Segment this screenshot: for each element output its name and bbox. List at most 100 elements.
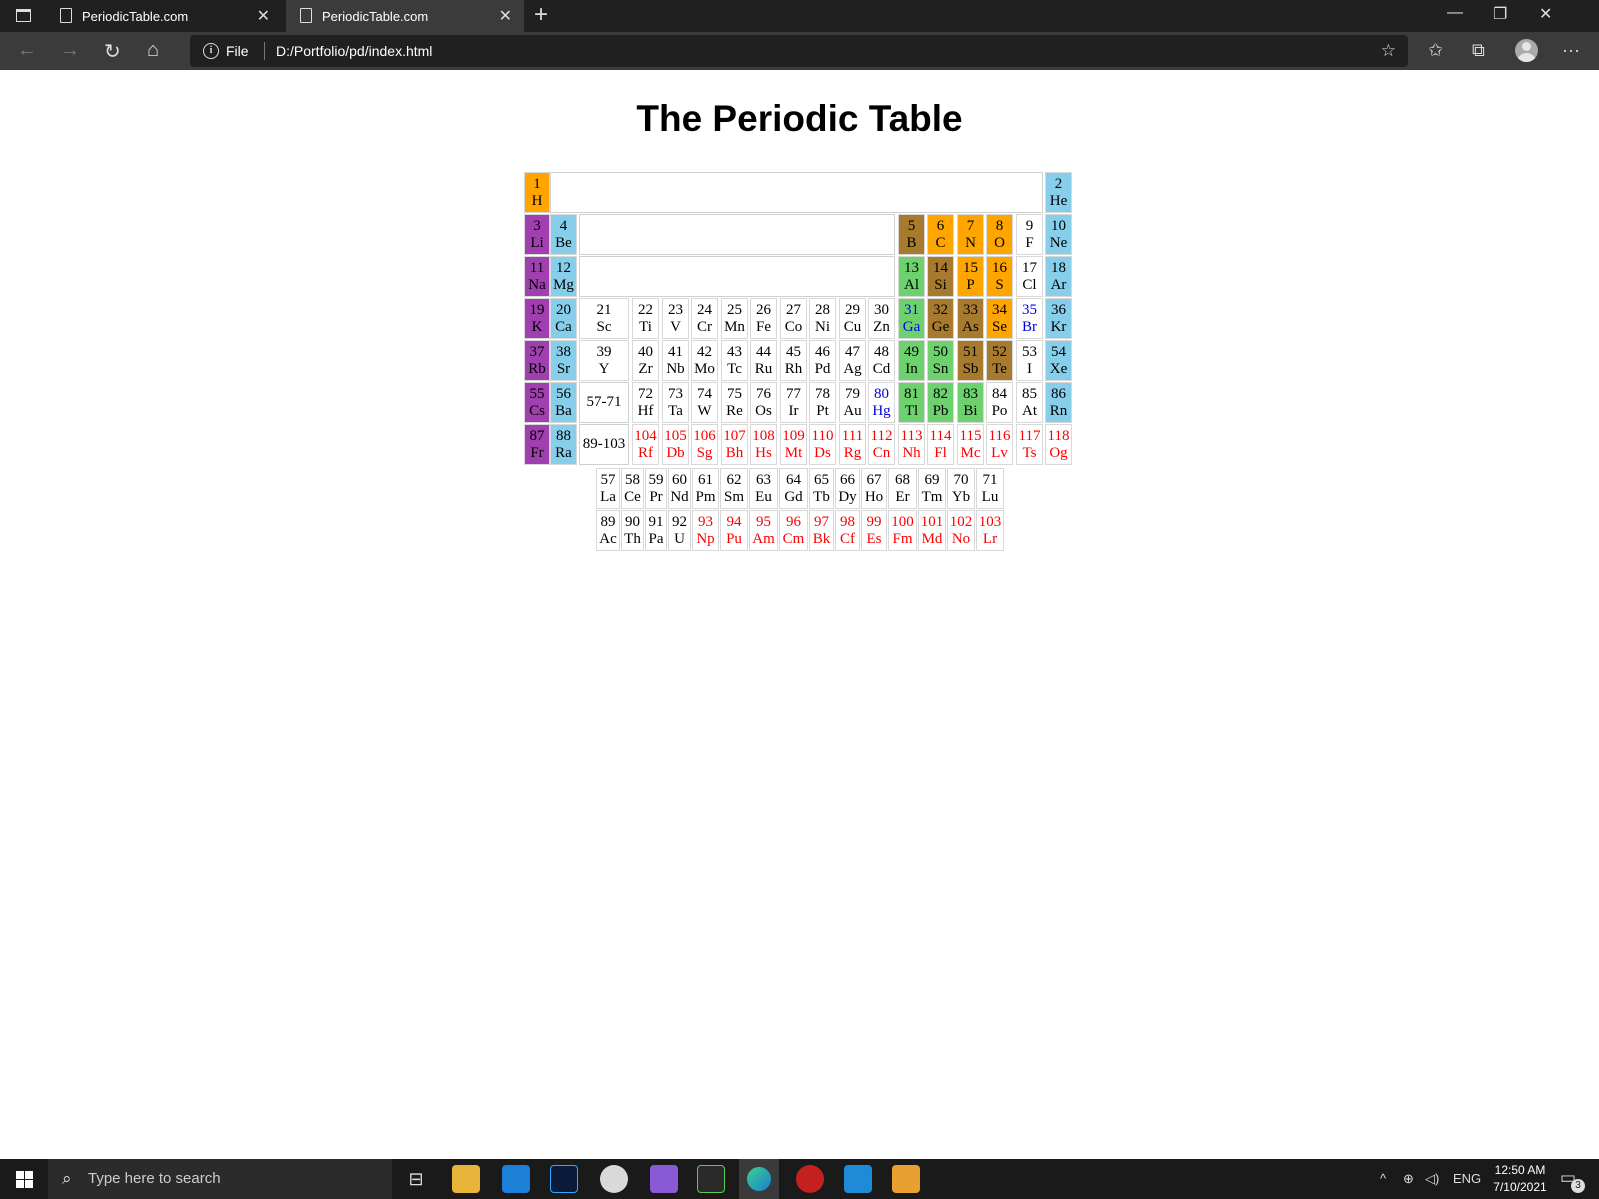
volume-icon[interactable]: ◁) bbox=[1425, 1171, 1439, 1187]
close-window-icon[interactable]: ✕ bbox=[1539, 4, 1552, 24]
element-cell-la: 57 La bbox=[596, 468, 620, 509]
element-symbol: Au bbox=[843, 403, 862, 419]
home-icon[interactable]: ⌂ bbox=[147, 39, 159, 62]
element-symbol: Cn bbox=[872, 445, 891, 461]
element-symbol: U bbox=[674, 531, 685, 547]
info-icon[interactable]: i bbox=[203, 43, 219, 59]
edge-icon-active[interactable] bbox=[739, 1159, 779, 1199]
element-cell-tb: 65 Tb bbox=[809, 468, 834, 509]
task-view-icon[interactable]: ⊟ bbox=[402, 1165, 430, 1193]
atomic-number: 10 bbox=[1051, 218, 1066, 234]
element-symbol: Cu bbox=[843, 319, 862, 335]
vscode-icon[interactable] bbox=[844, 1165, 872, 1193]
tab-2-active[interactable]: PeriodicTable.com ✕ bbox=[286, 0, 524, 32]
element-cell-al: 13 Al bbox=[898, 256, 925, 297]
element-cell-cf: 98 Cf bbox=[835, 510, 860, 551]
element-symbol: Cr bbox=[697, 319, 712, 335]
element-cell-cs: 55 Cs bbox=[524, 382, 550, 423]
atomic-number: 70 bbox=[953, 472, 969, 488]
back-arrow-icon[interactable]: ← bbox=[17, 39, 37, 62]
favorites-icon[interactable]: ✩ bbox=[1428, 40, 1443, 61]
element-cell-pr: 59 Pr bbox=[645, 468, 667, 509]
file-explorer-icon[interactable] bbox=[452, 1165, 480, 1193]
network-globe-icon[interactable]: ⊕ bbox=[1403, 1171, 1414, 1187]
refresh-icon[interactable]: ↻ bbox=[104, 39, 121, 64]
element-symbol: Re bbox=[726, 403, 743, 419]
atomic-number: 67 bbox=[866, 472, 882, 488]
element-symbol: Db bbox=[666, 445, 685, 461]
element-cell-pt: 78 Pt bbox=[809, 382, 836, 423]
element-symbol: K bbox=[531, 319, 543, 335]
restore-icon[interactable]: ❐ bbox=[1493, 4, 1507, 24]
atomic-number: 61 bbox=[698, 472, 713, 488]
atomic-number: 69 bbox=[924, 472, 940, 488]
add-favorite-star-icon[interactable]: ☆ bbox=[1381, 41, 1396, 61]
taskbar-search[interactable]: ⌕ Type here to search bbox=[48, 1159, 392, 1199]
atomic-number: 105 bbox=[664, 428, 687, 444]
mail-icon[interactable] bbox=[502, 1165, 530, 1193]
time-text: 12:50 AM bbox=[1494, 1163, 1546, 1177]
date-text: 7/10/2021 bbox=[1493, 1180, 1547, 1194]
element-symbol: Pu bbox=[726, 531, 742, 547]
element-symbol: Rf bbox=[638, 445, 653, 461]
new-tab-plus-icon[interactable]: + bbox=[534, 2, 548, 28]
media-player-icon[interactable] bbox=[892, 1165, 920, 1193]
element-symbol: Ds bbox=[814, 445, 831, 461]
atomic-number: 16 bbox=[992, 260, 1007, 276]
atomic-number: 83 bbox=[963, 386, 978, 402]
element-symbol: He bbox=[1049, 193, 1068, 209]
element-symbol: Zn bbox=[873, 319, 890, 335]
tab-title: PeriodicTable.com bbox=[322, 9, 429, 24]
forward-arrow-icon[interactable]: → bbox=[60, 39, 80, 62]
language-indicator[interactable]: ENG bbox=[1453, 1171, 1481, 1186]
element-cell-br: 35 Br bbox=[1016, 298, 1043, 339]
element-symbol: Mc bbox=[960, 445, 981, 461]
element-symbol: Cm bbox=[782, 531, 805, 547]
element-cell-pa: 91 Pa bbox=[645, 510, 667, 551]
atomic-number: 58 bbox=[625, 472, 640, 488]
element-symbol: Ca bbox=[555, 319, 572, 335]
photoshop-icon[interactable] bbox=[550, 1165, 578, 1193]
element-cell-u: 92 U bbox=[668, 510, 691, 551]
element-cell-bh: 107 Bh bbox=[721, 424, 748, 465]
atomic-number: 36 bbox=[1051, 302, 1066, 318]
url-text[interactable]: D:/Portfolio/pd/index.html bbox=[276, 43, 432, 59]
minimize-icon[interactable]: — bbox=[1447, 4, 1463, 22]
address-bar[interactable]: i File D:/Portfolio/pd/index.html ☆ bbox=[190, 35, 1408, 67]
element-cell-eu: 63 Eu bbox=[749, 468, 778, 509]
pen-app-icon[interactable] bbox=[650, 1165, 678, 1193]
element-symbol: Lr bbox=[982, 531, 998, 547]
atomic-number: 30 bbox=[874, 302, 889, 318]
profile-avatar[interactable] bbox=[1515, 39, 1538, 62]
element-symbol: Pa bbox=[648, 531, 664, 547]
atomic-number: 112 bbox=[870, 428, 893, 444]
close-tab-icon[interactable]: ✕ bbox=[499, 6, 512, 26]
atomic-number: 45 bbox=[786, 344, 801, 360]
element-cell-re: 75 Re bbox=[721, 382, 748, 423]
element-symbol: Sg bbox=[696, 445, 713, 461]
tab-1[interactable]: PeriodicTable.com ✕ bbox=[46, 0, 282, 32]
element-cell-w: 74 W bbox=[691, 382, 718, 423]
element-symbol: Th bbox=[624, 531, 641, 547]
element-cell-n: 7N bbox=[957, 214, 984, 255]
windows-start-icon[interactable] bbox=[16, 1171, 33, 1188]
tray-chevron-up-icon[interactable]: ^ bbox=[1380, 1171, 1386, 1186]
clock[interactable]: 12:50 AM 7/10/2021 bbox=[1480, 1162, 1560, 1196]
close-tab-icon[interactable]: ✕ bbox=[257, 6, 270, 26]
collections-icon[interactable]: ⧉ bbox=[1472, 40, 1485, 61]
tab-actions-icon[interactable] bbox=[16, 9, 31, 22]
atomic-number: 53 bbox=[1022, 344, 1037, 360]
antivirus-icon[interactable] bbox=[796, 1165, 824, 1193]
element-cell-db: 105 Db bbox=[662, 424, 689, 465]
atomic-number: 37 bbox=[529, 344, 545, 360]
download-app-icon[interactable] bbox=[697, 1165, 725, 1193]
element-symbol: V bbox=[670, 319, 681, 335]
element-cell-cn: 112 Cn bbox=[868, 424, 895, 465]
element-symbol: O bbox=[994, 235, 1005, 251]
more-options-icon[interactable]: ··· bbox=[1562, 40, 1580, 61]
atomic-number: 44 bbox=[756, 344, 771, 360]
element-symbol: Ta bbox=[668, 403, 683, 419]
element-symbol: Hg bbox=[872, 403, 891, 419]
paint-icon[interactable] bbox=[600, 1165, 628, 1193]
atomic-number: 3 bbox=[533, 218, 541, 234]
